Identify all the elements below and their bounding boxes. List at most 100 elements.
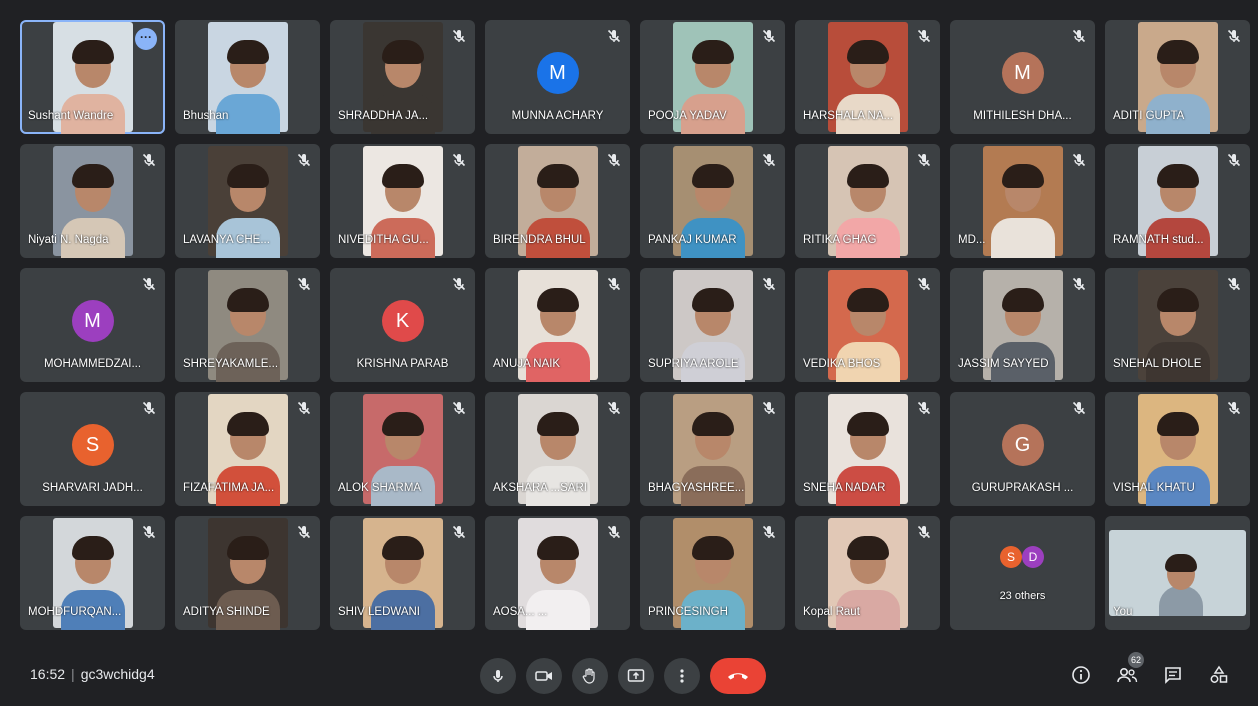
participant-tile[interactable]: ADITYA SHINDE (175, 516, 320, 630)
participant-tile[interactable]: BIRENDRA BHUL (485, 144, 630, 258)
mic-off-icon (1071, 400, 1087, 416)
mic-off-icon (916, 152, 932, 168)
participant-name: Kopal Raut (803, 606, 860, 618)
participant-tile[interactable]: VEDIKA BHOS (795, 268, 940, 382)
mic-off-icon (606, 276, 622, 292)
participant-tile[interactable]: MD... (950, 144, 1095, 258)
mic-off-icon (451, 400, 467, 416)
participant-tile[interactable]: MOHDFURQAN... (20, 516, 165, 630)
bottom-bar: 16:52 | gc3wchidg4 62 (0, 646, 1258, 706)
participant-tile[interactable]: M MOHAMMEDZAI... (20, 268, 165, 382)
participant-tile[interactable]: ··· Sushant Wandre (20, 20, 165, 134)
participant-name: JASSIM SAYYED (958, 358, 1049, 370)
participant-tile[interactable]: PRINCESINGH (640, 516, 785, 630)
person-hair (692, 288, 734, 312)
participant-tile[interactable]: ADITI GUPTA (1105, 20, 1250, 134)
participant-tile[interactable]: NIVEDITHA GU... (330, 144, 475, 258)
mic-off-icon (916, 524, 932, 540)
participant-tile[interactable]: LAVANYA CHE... (175, 144, 320, 258)
participant-tile[interactable]: RITIKA GHAG (795, 144, 940, 258)
participant-tile[interactable]: SHREYAKAMLE... (175, 268, 320, 382)
mic-off-icon (761, 152, 777, 168)
participant-name: ALOK SHARMA (338, 482, 422, 494)
camera-button[interactable] (526, 658, 562, 694)
person-hair (537, 536, 579, 560)
participant-tile[interactable]: SHIV LEDWANI (330, 516, 475, 630)
mic-off-icon (1071, 276, 1087, 292)
people-button[interactable]: 62 (1114, 652, 1144, 688)
participant-tile[interactable]: HARSHALA NA... (795, 20, 940, 134)
raise-hand-button[interactable] (572, 658, 608, 694)
person-hair (537, 164, 579, 188)
others-avatar: S (1000, 546, 1022, 568)
leave-call-button[interactable] (710, 658, 766, 694)
person-hair (692, 40, 734, 64)
participant-tile[interactable]: BHAGYASHREE... (640, 392, 785, 506)
participant-name: SHRADDHA JA... (338, 110, 429, 122)
self-view-tile[interactable]: You (1105, 516, 1250, 630)
participant-tile[interactable]: SNEHA NADAR (795, 392, 940, 506)
participant-tile[interactable]: RAMNATH stud... (1105, 144, 1250, 258)
mic-off-icon (451, 276, 467, 292)
call-controls (480, 658, 766, 694)
participant-tile[interactable]: ANUJA NAIK (485, 268, 630, 382)
participant-tile[interactable]: M MITHILESH DHA... (950, 20, 1095, 134)
activities-button[interactable] (1206, 662, 1232, 688)
mic-button[interactable] (480, 658, 516, 694)
participant-tile[interactable]: AOSA... ... (485, 516, 630, 630)
more-options-button[interactable] (664, 658, 700, 694)
mic-off-icon (761, 276, 777, 292)
side-panel-controls: 62 (1068, 652, 1232, 688)
mic-off-icon (451, 28, 467, 44)
tile-more-options-icon[interactable]: ··· (135, 28, 157, 50)
participant-tile[interactable]: AKSHARA ...SARI (485, 392, 630, 506)
participant-tile[interactable]: Kopal Raut (795, 516, 940, 630)
mic-off-icon (761, 400, 777, 416)
mic-off-icon (296, 152, 312, 168)
participant-name: ADITI GUPTA (1113, 110, 1185, 122)
participant-name: KRISHNA PARAB (356, 358, 449, 370)
participant-tile[interactable]: VISHAL KHATU (1105, 392, 1250, 506)
participant-name: LAVANYA CHE... (183, 234, 270, 246)
participant-tile[interactable]: G GURUPRAKASH ... (950, 392, 1095, 506)
participant-tile[interactable]: SNEHAL DHOLE (1105, 268, 1250, 382)
participant-name: 23 others (999, 590, 1046, 602)
person-hair (847, 40, 889, 64)
person-hair (382, 40, 424, 64)
others-avatar: D (1022, 546, 1044, 568)
participant-tile[interactable]: SHRADDHA JA... (330, 20, 475, 134)
participant-tile[interactable]: PANKAJ KUMAR (640, 144, 785, 258)
mic-off-icon (296, 400, 312, 416)
participant-name: RITIKA GHAG (803, 234, 877, 246)
participant-tile[interactable]: M MUNNA ACHARY (485, 20, 630, 134)
others-tile[interactable]: S D 23 others (950, 516, 1095, 630)
person-hair (847, 536, 889, 560)
meeting-details-button[interactable] (1068, 662, 1094, 688)
participant-name: SHARVARI JADH... (42, 482, 143, 494)
participant-name: ADITYA SHINDE (183, 606, 270, 618)
person-hair (1002, 164, 1044, 188)
chat-button[interactable] (1160, 662, 1186, 688)
participant-name: MUNNA ACHARY (511, 110, 604, 122)
participant-tile[interactable]: SUPRIYA AROLE (640, 268, 785, 382)
participant-name: HARSHALA NA... (803, 110, 894, 122)
present-button[interactable] (618, 658, 654, 694)
participant-tile[interactable]: S SHARVARI JADH... (20, 392, 165, 506)
participant-tile[interactable]: POOJA YADAV (640, 20, 785, 134)
participant-tile[interactable]: Niyati N. Nagda (20, 144, 165, 258)
person-hair (692, 164, 734, 188)
participant-tile[interactable]: FIZAFATIMA JA... (175, 392, 320, 506)
mic-off-icon (1071, 152, 1087, 168)
participant-tile[interactable]: JASSIM SAYYED (950, 268, 1095, 382)
participant-tile[interactable]: Bhushan (175, 20, 320, 134)
person-hair (1157, 164, 1199, 188)
person-hair (72, 164, 114, 188)
mic-off-icon (141, 400, 157, 416)
avatar-initial: K (381, 300, 424, 342)
mic-off-icon (1226, 28, 1242, 44)
meeting-info: 16:52 | gc3wchidg4 (30, 666, 155, 682)
participant-tile[interactable]: ALOK SHARMA (330, 392, 475, 506)
mic-off-icon (1226, 400, 1242, 416)
participant-tile[interactable]: K KRISHNA PARAB (330, 268, 475, 382)
chat-icon (1165, 667, 1181, 684)
